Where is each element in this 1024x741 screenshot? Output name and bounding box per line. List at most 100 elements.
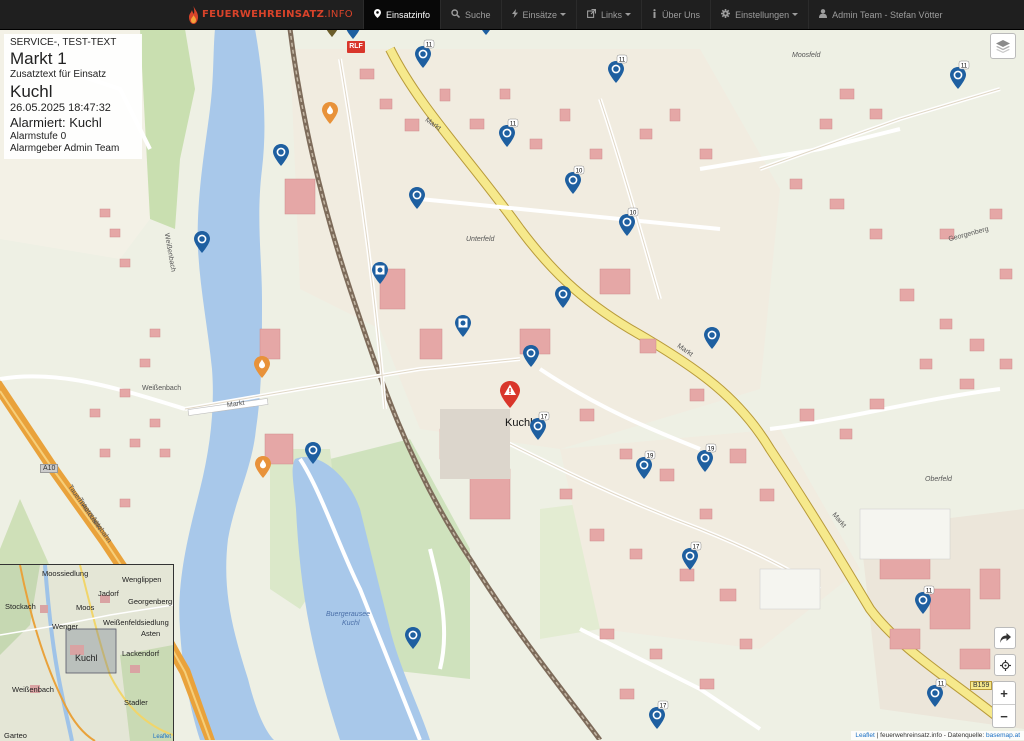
brand-name: FEUERWEHREINSATZ [202, 9, 325, 20]
incident-alarm-level: Alarmstufe 0 [10, 131, 67, 142]
external-link-icon [587, 8, 597, 20]
leaflet-link[interactable]: Leaflet [855, 732, 875, 739]
search-icon [451, 9, 461, 20]
map-pin-icon[interactable] [324, 29, 340, 37]
minimap-leaflet-link[interactable]: Leaflet [153, 734, 171, 740]
map-pin-icon[interactable] [704, 327, 720, 349]
hydrant-marker-icon[interactable] [255, 456, 271, 478]
map-pin-icon [373, 9, 381, 20]
nav-label: Einsätze [522, 9, 558, 20]
marker-count-label: 11 [510, 122, 517, 128]
minimap-label: Jadorf [98, 589, 119, 598]
basemap-link[interactable]: basemap.at [986, 732, 1020, 739]
map-pin-icon[interactable]: 19 [697, 443, 717, 472]
marker-count-label: 11 [961, 64, 968, 70]
incident-municipality: Kuchl [10, 82, 53, 101]
map-pin-icon[interactable] [405, 627, 421, 649]
minimap-label: Wenglippen [122, 575, 162, 584]
marker-count-label: 11 [426, 43, 433, 49]
map-pin-icon[interactable]: 17 [682, 541, 702, 570]
incident-extra-text: Zusatztext für Einsatz [10, 69, 107, 80]
brand-logo[interactable]: FEUERWEHREINSATZ.INFO [0, 0, 363, 29]
chevron-down-icon [792, 13, 799, 16]
map-pin-icon[interactable] [194, 231, 210, 253]
map-pin-icon[interactable]: 11 [927, 678, 947, 707]
map-pin-icon[interactable] [555, 286, 571, 308]
incident-info-panel: SERVICE-, TEST-TEXT Markt 1 Zusatztext f… [4, 34, 142, 159]
chevron-down-icon [560, 13, 567, 16]
brand-suffix: .INFO [324, 9, 353, 20]
map-pin-icon[interactable] [523, 345, 539, 367]
incident-category: SERVICE-, TEST-TEXT [10, 37, 117, 48]
layers-icon [996, 40, 1010, 53]
layers-button[interactable] [990, 33, 1016, 59]
nav-suche[interactable]: Suche [439, 0, 501, 29]
incident-location: Markt 1 [10, 49, 67, 68]
zoom-in-button[interactable]: + [993, 682, 1015, 705]
gear-icon [721, 9, 731, 20]
marker-count-label: 11 [619, 58, 626, 64]
map-pin-icon[interactable]: 11 [499, 118, 519, 147]
minimap-label: Wenger [52, 622, 79, 631]
incident-datetime: 26.05.2025 18:47:32 [10, 102, 111, 114]
map-pin-icon[interactable]: 10 [565, 165, 585, 194]
locate-button[interactable] [994, 654, 1016, 676]
nav-ueber-uns[interactable]: Über Uns [641, 0, 710, 29]
map-pin-icon[interactable] [455, 315, 471, 337]
minimap-label: Georgenberg [128, 597, 173, 606]
marker-count-label: 17 [693, 545, 700, 551]
map-pin-icon[interactable] [409, 187, 425, 209]
zoom-control: + − [992, 681, 1016, 728]
nav-einstellungen[interactable]: Einstellungen [710, 0, 808, 29]
share-arrow-icon [999, 633, 1011, 643]
chevron-down-icon [625, 13, 632, 16]
minimap-label: Moossiedlung [42, 569, 89, 578]
attribution-text: | feuerwehreinsatz.info - Datenquelle: [874, 732, 987, 739]
map-pin-icon[interactable]: 17 [530, 411, 550, 440]
hydrant-marker-icon[interactable] [254, 356, 270, 378]
overview-minimap[interactable]: Moossiedlung Wenglippen Stockach Jadorf … [0, 564, 174, 741]
map-pin-icon[interactable]: 11 [915, 585, 935, 614]
map-pin-icon[interactable] [345, 29, 361, 39]
minimap-label: Garteo [4, 731, 27, 740]
marker-count-label: 17 [660, 704, 667, 710]
nav-einsaetze[interactable]: Einsätze [500, 0, 577, 29]
map-pin-icon[interactable]: 19 [636, 450, 656, 479]
top-navbar: FEUERWEHREINSATZ.INFO Einsatzinfo Suche … [0, 0, 1024, 30]
marker-count-label: 10 [630, 211, 637, 217]
crosshair-icon [999, 659, 1011, 671]
zoom-out-button[interactable]: − [993, 705, 1015, 727]
map-pin-icon[interactable] [273, 144, 289, 166]
share-button[interactable] [994, 627, 1016, 649]
minimap-label: Stadler [124, 698, 148, 707]
map-pin-icon[interactable] [305, 442, 321, 464]
minimap-label: Weißenbach [12, 685, 54, 694]
minimap-label: Moos [76, 603, 95, 612]
nav-links[interactable]: Links [576, 0, 641, 29]
nav-label: Einstellungen [735, 9, 790, 20]
vehicle-badge[interactable]: RLF [347, 41, 365, 53]
nav-label: Admin Team - Stefan Vötter [832, 9, 943, 20]
nav-einsatzinfo[interactable]: Einsatzinfo [362, 0, 440, 29]
nav-label: Einsatzinfo [385, 9, 430, 20]
marker-count-label: 17 [541, 415, 548, 421]
nav-user[interactable]: Admin Team - Stefan Vötter [808, 0, 952, 29]
hydrant-marker-icon[interactable] [322, 102, 338, 124]
map-pin-icon[interactable]: 11 [608, 54, 628, 83]
marker-count-label: 11 [926, 589, 933, 595]
incident-alarm-source: Alarmgeber Admin Team [10, 143, 120, 154]
minimap-label: Stockach [5, 602, 36, 611]
map-attribution: Leaflet | feuerwehreinsatz.info - Datenq… [851, 731, 1024, 740]
map-pin-icon[interactable]: 11 [950, 60, 970, 89]
minimap-label: Weißenfeldsiedlung [103, 618, 169, 627]
nav-label: Suche [464, 9, 491, 20]
flame-icon [189, 5, 198, 24]
marker-count-label: 11 [938, 682, 945, 688]
info-icon [652, 9, 657, 20]
incident-marker-icon[interactable] [500, 381, 520, 408]
minimap-label: Kuchl [75, 653, 98, 663]
map-pin-icon[interactable]: 17 [649, 700, 669, 729]
map-pin-icon[interactable]: 10 [619, 207, 639, 236]
map-pin-icon[interactable]: 11 [415, 39, 435, 68]
map-pin-icon[interactable] [372, 262, 388, 284]
